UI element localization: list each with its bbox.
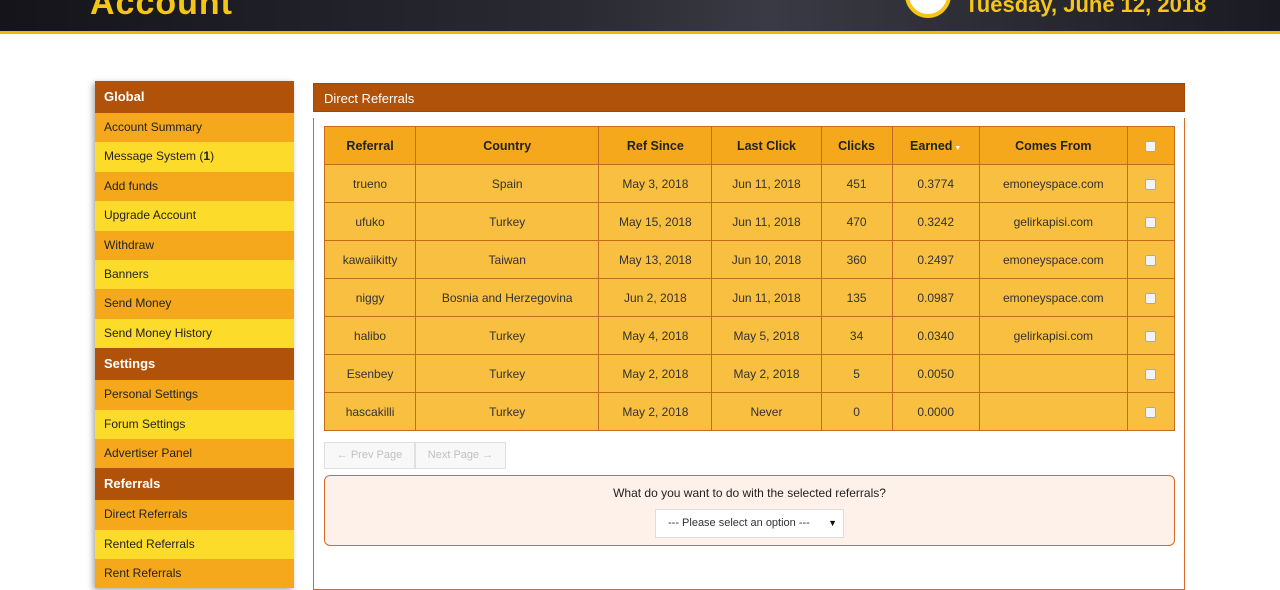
bulk-action-select[interactable]: --- Please select an option --- ▼ — [655, 509, 844, 538]
table-row: niggy Bosnia and Herzegovina Jun 2, 2018 Ju… — [323, 278, 1176, 317]
col-country[interactable]: Country — [415, 126, 600, 165]
col-ref-since[interactable]: Ref Since — [598, 126, 713, 165]
sidebar-item-upgrade-account[interactable]: Upgrade Account — [95, 201, 294, 231]
table-row: ufuko Turkey May 15, 2018 Jun 11, 2018 470 0.… — [323, 202, 1176, 241]
next-page-button[interactable]: Next Page → — [415, 442, 506, 469]
sidebar-item-personal-settings[interactable]: Personal Settings — [95, 380, 294, 410]
sidebar-section-global: Global — [95, 81, 294, 113]
table-row: kawaiikitty Taiwan May 13, 2018 Jun 10, 201… — [323, 240, 1176, 279]
sidebar-item-add-funds[interactable]: Add funds — [95, 171, 294, 202]
sidebar-item-withdraw[interactable]: Withdraw — [95, 230, 294, 260]
sidebar-item-account-summary[interactable]: Account Summary — [95, 113, 294, 143]
bulk-action-question: What do you want to do with the selected… — [613, 486, 886, 500]
main-panel: Direct Referrals Referral Country Ref Si… — [313, 83, 1185, 590]
header-date: Tuesday, June 12, 2018 — [965, 0, 1207, 17]
panel-body: Referral Country Ref Since Last Click Cl… — [313, 118, 1185, 590]
sidebar-item-forum-settings[interactable]: Forum Settings — [95, 409, 294, 439]
sort-down-icon: ▼ — [952, 144, 962, 152]
sidebar-item-send-money-history[interactable]: Send Money History — [95, 318, 294, 349]
col-referral[interactable]: Referral — [323, 126, 417, 165]
sidebar-item-send-money[interactable]: Send Money — [95, 289, 294, 319]
top-header: Account Tuesday, June 12, 2018 — [0, 0, 1280, 34]
table-row: hascakilli Turkey May 2, 2018 Never 0 0.0000 — [323, 392, 1176, 431]
row-checkbox[interactable] — [1145, 254, 1157, 266]
row-checkbox[interactable] — [1145, 406, 1157, 418]
table-row: Esenbey Turkey May 2, 2018 May 2, 2018 5 0.00… — [323, 354, 1176, 393]
sidebar-section-settings: Settings — [95, 348, 294, 381]
sidebar-item-message-system[interactable]: Message System (1) — [95, 142, 294, 172]
col-comes-from[interactable]: Comes From — [978, 126, 1128, 165]
sidebar-item-rent-referrals[interactable]: Rent Referrals — [95, 559, 294, 589]
col-clicks[interactable]: Clicks — [820, 126, 893, 165]
col-earned[interactable]: Earned ▼ — [891, 126, 980, 165]
row-checkbox[interactable] — [1145, 330, 1157, 342]
prev-page-button[interactable]: ← Prev Page — [324, 442, 415, 469]
brand-title: Account — [90, 0, 233, 22]
row-checkbox[interactable] — [1145, 368, 1157, 380]
sidebar-item-direct-referrals[interactable]: Direct Referrals — [95, 500, 294, 530]
col-select-all — [1126, 126, 1176, 165]
pager: ← Prev Page Next Page → — [324, 442, 506, 469]
row-checkbox[interactable] — [1145, 292, 1157, 304]
sidebar: Global Account Summary Message System (1… — [95, 81, 294, 589]
table-row: trueno Spain May 3, 2018 Jun 11, 2018 451 0.3… — [323, 164, 1176, 203]
sidebar-section-referrals: Referrals — [95, 468, 294, 501]
row-checkbox[interactable] — [1145, 216, 1157, 228]
table-row: halibo Turkey May 4, 2018 May 5, 2018 34 0.03… — [323, 316, 1176, 355]
clock-icon — [905, 0, 951, 18]
sidebar-item-banners[interactable]: Banners — [95, 259, 294, 290]
col-last-click[interactable]: Last Click — [711, 126, 822, 165]
bulk-action-box: What do you want to do with the selected… — [324, 475, 1175, 546]
sidebar-item-rented-referrals[interactable]: Rented Referrals — [95, 529, 294, 560]
select-all-checkbox[interactable] — [1145, 140, 1157, 152]
message-count-badge: 1 — [203, 149, 211, 164]
table-header-row: Referral Country Ref Since Last Click Cl… — [323, 126, 1176, 165]
caret-down-icon: ▼ — [828, 518, 837, 528]
row-checkbox[interactable] — [1145, 178, 1157, 190]
sidebar-item-advertiser-panel[interactable]: Advertiser Panel — [95, 438, 294, 469]
page-title: Direct Referrals — [313, 83, 1185, 112]
referrals-table: Referral Country Ref Since Last Click Cl… — [323, 126, 1176, 431]
